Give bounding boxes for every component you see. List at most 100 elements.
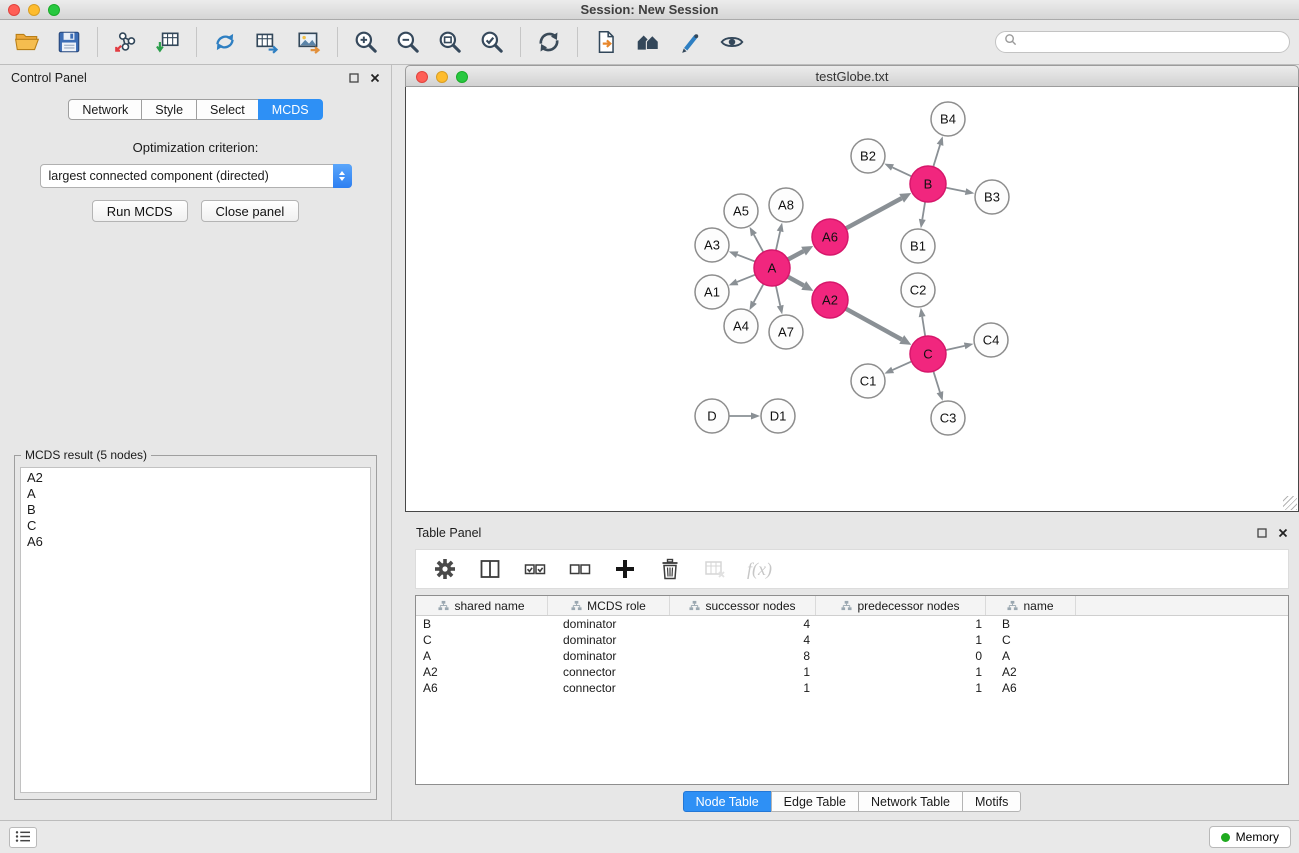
svg-text:B4: B4 — [940, 112, 956, 127]
graph-node-A5[interactable]: A5 — [724, 194, 758, 228]
table-row[interactable]: A2connector11A2 — [416, 664, 1288, 680]
table-cell: C — [986, 632, 1076, 648]
graph-node-C3[interactable]: C3 — [931, 401, 965, 435]
network-canvas[interactable]: B4 B2 B B3 A5 A8 A6 B1 A3 A C2 A1 A2 A4 A7 C C4 C1 C3 D D1 — [405, 87, 1299, 512]
open-session-icon[interactable] — [6, 24, 48, 60]
graph-node-A2[interactable]: A2 — [812, 282, 848, 318]
table-cell: connector — [548, 664, 670, 680]
table-row[interactable]: A6connector11A6 — [416, 680, 1288, 696]
zoom-out-icon[interactable] — [387, 24, 429, 60]
table-cell: 1 — [816, 664, 986, 680]
graph-node-D[interactable]: D — [695, 399, 729, 433]
show-hide-details-icon[interactable] — [711, 24, 753, 60]
graph-node-C1[interactable]: C1 — [851, 364, 885, 398]
network-graph[interactable]: B4 B2 B B3 A5 A8 A6 B1 A3 A C2 A1 A2 A4 A7 C C4 C1 C3 D D1 — [406, 87, 1298, 511]
tab-style[interactable]: Style — [141, 99, 197, 120]
tab-edge-table[interactable]: Edge Table — [771, 791, 859, 812]
table-cell: 1 — [816, 616, 986, 632]
close-panel-button[interactable]: Close panel — [201, 200, 300, 222]
result-item[interactable]: A6 — [21, 534, 370, 550]
svg-text:A7: A7 — [778, 325, 794, 340]
export-table-icon[interactable] — [246, 24, 288, 60]
graph-node-B2[interactable]: B2 — [851, 139, 885, 173]
graph-node-B1[interactable]: B1 — [901, 229, 935, 263]
optimization-criterion-dropdown[interactable]: largest connected component (directed) — [40, 164, 352, 188]
graph-node-A8[interactable]: A8 — [769, 188, 803, 222]
tab-motifs[interactable]: Motifs — [962, 791, 1021, 812]
style-brush-icon[interactable] — [669, 24, 711, 60]
table-header-row: shared nameMCDS rolesuccessor nodesprede… — [416, 596, 1288, 616]
close-table-panel-icon[interactable] — [1278, 528, 1288, 538]
search-input[interactable] — [1021, 33, 1289, 51]
graph-node-A4[interactable]: A4 — [724, 309, 758, 343]
graph-node-A3[interactable]: A3 — [695, 228, 729, 262]
select-all-icon[interactable] — [522, 556, 548, 582]
tab-mcds[interactable]: MCDS — [258, 99, 323, 120]
unselect-all-icon[interactable] — [567, 556, 593, 582]
table-panel-header: Table Panel — [405, 520, 1299, 546]
mcds-result-list[interactable]: A2ABCA6 — [20, 467, 371, 793]
close-panel-icon[interactable] — [370, 73, 380, 83]
result-item[interactable]: B — [21, 502, 370, 518]
mcds-result-title: MCDS result (5 nodes) — [21, 448, 151, 462]
save-session-icon[interactable] — [48, 24, 90, 60]
new-network-icon[interactable] — [204, 24, 246, 60]
float-table-panel-icon[interactable] — [1257, 528, 1267, 538]
zoom-in-icon[interactable] — [345, 24, 387, 60]
delete-column-icon[interactable] — [657, 556, 683, 582]
network-overview-icon[interactable] — [627, 24, 669, 60]
settings-gear-icon[interactable] — [432, 556, 458, 582]
graph-node-C2[interactable]: C2 — [901, 273, 935, 307]
graph-node-A7[interactable]: A7 — [769, 315, 803, 349]
main-toolbar — [0, 20, 1299, 65]
graph-node-A1[interactable]: A1 — [695, 275, 729, 309]
memory-button[interactable]: Memory — [1209, 826, 1291, 848]
column-header[interactable]: predecessor nodes — [816, 596, 986, 615]
result-item[interactable]: C — [21, 518, 370, 534]
graph-node-C4[interactable]: C4 — [974, 323, 1008, 357]
tab-network[interactable]: Network — [68, 99, 142, 120]
graph-node-D1[interactable]: D1 — [761, 399, 795, 433]
graph-node-C[interactable]: C — [910, 336, 946, 372]
tab-select[interactable]: Select — [196, 99, 259, 120]
table-row[interactable]: Bdominator41B — [416, 616, 1288, 632]
network-window-titlebar: testGlobe.txt — [405, 65, 1299, 87]
zoom-fit-icon[interactable] — [429, 24, 471, 60]
show-columns-icon[interactable] — [477, 556, 503, 582]
table-cell: A2 — [986, 664, 1076, 680]
graph-node-B[interactable]: B — [910, 166, 946, 202]
import-network-icon[interactable] — [105, 24, 147, 60]
add-column-icon[interactable] — [612, 556, 638, 582]
result-item[interactable]: A — [21, 486, 370, 502]
column-header[interactable]: name — [986, 596, 1076, 615]
dropdown-selected-value: largest connected component (directed) — [41, 169, 333, 183]
column-header[interactable]: shared name — [416, 596, 548, 615]
run-mcds-button[interactable]: Run MCDS — [92, 200, 188, 222]
graph-node-B4[interactable]: B4 — [931, 102, 965, 136]
column-header[interactable]: MCDS role — [548, 596, 670, 615]
open-document-icon[interactable] — [585, 24, 627, 60]
graph-node-A6[interactable]: A6 — [812, 219, 848, 255]
status-bar: Memory — [0, 820, 1299, 853]
svg-text:C4: C4 — [983, 333, 1000, 348]
resize-handle-icon[interactable] — [1283, 496, 1297, 510]
table-cell: B — [416, 616, 548, 632]
apply-layout-icon[interactable] — [528, 24, 570, 60]
table-row[interactable]: Adominator80A — [416, 648, 1288, 664]
result-item[interactable]: A2 — [21, 470, 370, 486]
export-image-icon[interactable] — [288, 24, 330, 60]
import-table-icon[interactable] — [147, 24, 189, 60]
table-header-filler — [1076, 596, 1288, 615]
tab-node-table[interactable]: Node Table — [683, 791, 772, 812]
show-panels-button[interactable] — [9, 827, 37, 848]
dropdown-arrows-icon — [333, 164, 352, 188]
memory-status-icon — [1221, 833, 1230, 842]
search-box[interactable] — [995, 31, 1290, 53]
float-panel-icon[interactable] — [349, 73, 359, 83]
column-header[interactable]: successor nodes — [670, 596, 816, 615]
graph-node-A[interactable]: A — [754, 250, 790, 286]
tab-network-table[interactable]: Network Table — [858, 791, 963, 812]
table-row[interactable]: Cdominator41C — [416, 632, 1288, 648]
graph-node-B3[interactable]: B3 — [975, 180, 1009, 214]
zoom-selected-icon[interactable] — [471, 24, 513, 60]
